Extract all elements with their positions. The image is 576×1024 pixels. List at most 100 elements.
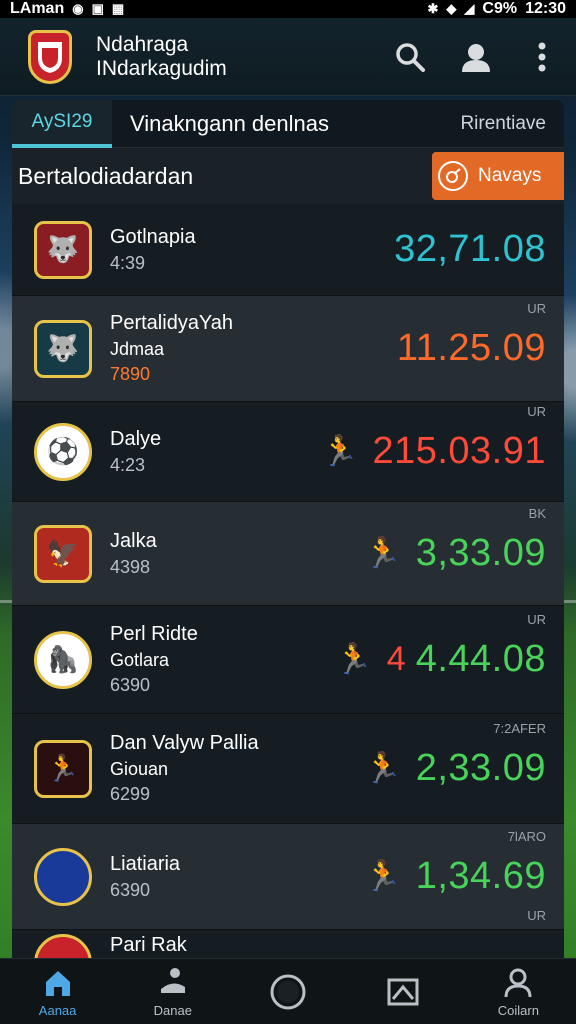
score-group: BK 🏃 3,33.09: [364, 506, 546, 575]
team-row[interactable]: Liatiaria 6390 7lARO 🏃 1,34.69: [12, 824, 564, 930]
status-bar: LAman ◉ ▣ ▦ ✱ ◆ ◢ C9% 12:30: [0, 0, 576, 18]
score-group: 32,71.08: [394, 228, 546, 271]
bottom-nav: Aanaa Danae Coilarn: [0, 958, 576, 1024]
team-list: 🐺 Gotlnapia 4:39 32,71.08 🐺 PertalidyaYah Jdma…: [12, 204, 564, 960]
clock: 12:30: [525, 0, 566, 17]
team-subtitle: Jdmaa: [110, 339, 165, 359]
nav-item-label: Danae: [153, 1003, 192, 1018]
score-group: UR 11.25.09: [396, 301, 546, 370]
team-name: Pari Rak: [110, 934, 187, 956]
circle-icon: [270, 974, 306, 1010]
score-group: UR 🏃 215.03.91: [321, 404, 546, 473]
soccer-player-icon: [157, 965, 189, 1001]
app-title-line2: INdarkagudim: [96, 56, 227, 80]
team-info: Dan Valyw Pallia Giouan 6299: [110, 732, 259, 805]
score-value: 4.44.08: [415, 638, 546, 680]
score-tag: UR: [527, 404, 546, 419]
team-info: PertalidyaYah Jdmaa 7890: [110, 312, 233, 385]
team-row[interactable]: Pari Rak UR: [12, 908, 564, 960]
profile-icon[interactable]: [460, 41, 492, 73]
section-header: Bertalodiadardan Navays: [12, 148, 564, 204]
team-crest-icon: 🦍: [34, 630, 92, 689]
score-tag: 7lARO: [507, 829, 546, 844]
team-meta: 6299: [110, 784, 151, 804]
team-info: Liatiaria 6390: [110, 853, 180, 901]
team-row[interactable]: 🐺 PertalidyaYah Jdmaa 7890 UR 11.25.09: [12, 296, 564, 402]
player-figure-icon: 🏃: [335, 642, 373, 676]
player-figure-icon: 🏃: [364, 536, 402, 570]
score-value: 11.25.09: [396, 327, 546, 369]
bluetooth-icon: ✱: [427, 1, 439, 16]
tab-main-title[interactable]: Vinakngann denlnas: [130, 111, 329, 137]
team-row[interactable]: 🦍 Perl Ridte Gotlara 6390 UR 🏃 4 4.44.08: [12, 606, 564, 714]
team-name: Perl Ridte: [110, 623, 198, 645]
search-icon[interactable]: [394, 41, 426, 73]
nav-item-circle[interactable]: [243, 974, 333, 1010]
nav-item-mail[interactable]: [358, 974, 448, 1010]
team-row[interactable]: 🦅 Jalka 4398 BK 🏃 3,33.09: [12, 502, 564, 606]
notification-icon: ▣: [91, 1, 104, 16]
mail-icon: [387, 974, 419, 1010]
score-group: UR 🏃 4 4.44.08: [335, 612, 546, 681]
sync-icon: ◉: [72, 1, 84, 16]
nav-item-danae[interactable]: Danae: [128, 965, 218, 1018]
team-info: Gotlnapia 4:39: [110, 226, 196, 274]
crest-icon: [28, 29, 72, 84]
team-info: Perl Ridte Gotlara 6390: [110, 623, 198, 696]
app-header: Ndahraga INdarkagudim: [0, 18, 576, 96]
team-info: Jalka 4398: [110, 530, 157, 578]
score-tag: UR: [527, 301, 546, 316]
tab-active[interactable]: AySI29: [12, 100, 112, 148]
team-crest-icon: 🐺: [34, 220, 92, 279]
section-title: Bertalodiadardan: [18, 162, 194, 189]
team-crest-icon: 🐺: [34, 319, 92, 378]
leaderboard-panel: AySI29 Vinakngann denlnas Rirentiave Ber…: [12, 100, 564, 960]
score-value: 2,33.09: [415, 747, 546, 789]
nav-item-coilarn[interactable]: Coilarn: [473, 965, 563, 1018]
team-meta: 6390: [110, 879, 151, 900]
carrier-label: LAman: [10, 0, 65, 17]
team-row[interactable]: ⚽ Dalye 4:23 UR 🏃 215.03.91: [12, 402, 564, 502]
wifi-icon: ◆: [446, 1, 457, 16]
score-tag: UR: [527, 612, 546, 627]
navays-button[interactable]: Navays: [432, 152, 564, 200]
team-info: Dalye 4:23: [110, 428, 161, 476]
signal-icon: ◢: [464, 1, 475, 16]
team-row[interactable]: 🏃 Dan Valyw Pallia Giouan 6299 7:2AFER 🏃 2,33.…: [12, 714, 564, 824]
score-value: 3,33.09: [415, 532, 546, 574]
team-info: Pari Rak: [110, 934, 187, 957]
team-name: PertalidyaYah: [110, 312, 234, 334]
nav-item-label: Coilarn: [497, 1003, 539, 1018]
app-title-line1: Ndahraga: [96, 32, 189, 56]
tab-right[interactable]: Rirentiave: [460, 113, 546, 135]
player-figure-icon: 🏃: [321, 434, 359, 468]
team-subtitle: Giouan: [110, 759, 169, 779]
team-crest-icon: 🦅: [34, 524, 92, 583]
player-figure-icon: 🏃: [364, 751, 402, 785]
team-crest-icon: [34, 934, 92, 960]
score-value: 215.03.91: [372, 430, 546, 472]
score-value: 32,71.08: [394, 228, 546, 270]
team-crest-icon: ⚽: [34, 422, 92, 481]
home-icon: [43, 965, 73, 1001]
team-row[interactable]: 🐺 Gotlnapia 4:39 32,71.08: [12, 204, 564, 296]
team-meta: 7890: [110, 364, 151, 384]
navays-button-label: Navays: [478, 165, 542, 186]
score-tag: 7:2AFER: [493, 721, 546, 736]
nav-item-aanaa[interactable]: Aanaa: [13, 965, 103, 1018]
more-vert-icon[interactable]: [526, 41, 558, 73]
tab-bar: AySI29 Vinakngann denlnas Rirentiave: [12, 100, 564, 148]
score-group: 7:2AFER 🏃 2,33.09: [364, 721, 546, 790]
score-value: 1,34.69: [415, 855, 546, 897]
team-subtitle: Gotlara: [110, 650, 170, 670]
whistle-icon: [438, 161, 468, 191]
team-name: Gotlnapia: [110, 225, 196, 248]
battery-label: C9%: [482, 0, 518, 17]
app-logo[interactable]: [28, 29, 72, 84]
team-name: Jalka: [110, 529, 157, 552]
gallery-icon: ▦: [111, 1, 125, 16]
nav-item-label: Aanaa: [38, 1003, 77, 1018]
team-meta: 4:23: [110, 454, 146, 475]
profile-icon: [503, 965, 533, 1001]
app-title: Ndahraga INdarkagudim: [96, 33, 227, 81]
